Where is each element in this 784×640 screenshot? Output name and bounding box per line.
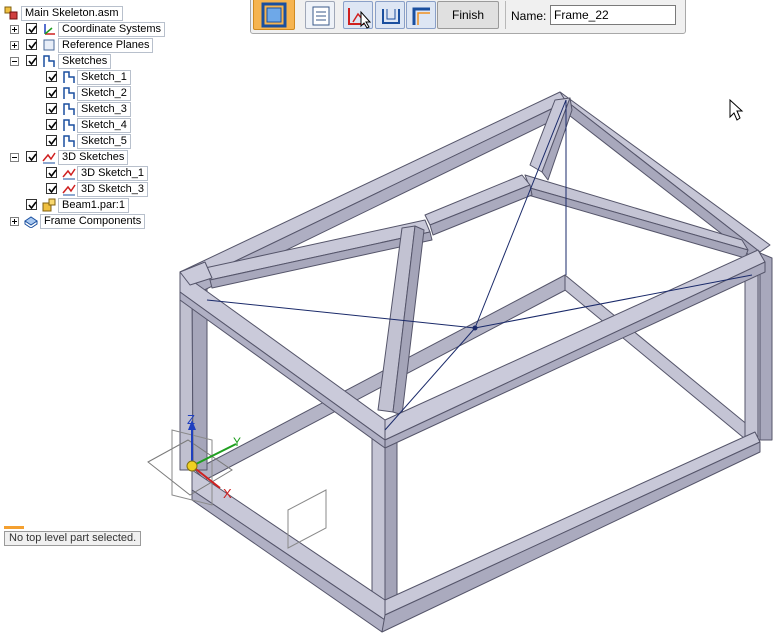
- tree-item-label: Sketch_5: [77, 134, 131, 149]
- part-icon: [42, 198, 56, 212]
- sketch-icon: [43, 55, 55, 67]
- frame-button[interactable]: [253, 0, 295, 30]
- toolbar-separator: [505, 1, 506, 29]
- tree-item-label: Sketch_4: [77, 118, 131, 133]
- finish-button[interactable]: Finish: [437, 1, 499, 29]
- visibility-checkbox[interactable]: [46, 135, 57, 146]
- visibility-checkbox[interactable]: [26, 23, 37, 34]
- assembly-icon: [4, 6, 18, 20]
- expand-icon[interactable]: [10, 217, 19, 226]
- tree-item-label: Sketch_2: [77, 86, 131, 101]
- sketch-icon: [63, 87, 75, 99]
- miter-button[interactable]: [406, 1, 436, 29]
- collapse-icon[interactable]: [10, 153, 19, 162]
- tree-item-label: Coordinate Systems: [58, 22, 166, 37]
- tree-item-label: 3D Sketches: [58, 150, 129, 165]
- tree-item-label: 3D Sketch_1: [77, 166, 148, 181]
- coordinate-system-icon: [44, 24, 55, 35]
- tree-item-label: Sketches: [58, 54, 112, 69]
- expand-icon[interactable]: [10, 25, 19, 34]
- visibility-checkbox[interactable]: [46, 119, 57, 130]
- select-path-button[interactable]: [343, 1, 373, 29]
- axis-label-z: Z: [187, 412, 195, 427]
- status-message: No top level part selected.: [4, 531, 142, 546]
- pathfinder-tree: Main Skeleton.asm Coordinate Systems Ref…: [0, 0, 200, 240]
- sketch-icon: [63, 103, 75, 115]
- sketch-icon: [63, 119, 75, 131]
- name-input[interactable]: [550, 5, 676, 25]
- status-accent: [4, 526, 24, 529]
- end-condition-button[interactable]: [375, 1, 405, 29]
- axis-label-y: Y: [233, 435, 241, 449]
- options-button[interactable]: [305, 1, 335, 29]
- 3d-sketch-icon: [62, 168, 76, 180]
- visibility-checkbox[interactable]: [26, 199, 37, 210]
- tree-root-label: Main Skeleton.asm: [21, 6, 123, 21]
- mouse-cursor: [729, 98, 744, 121]
- tree-item-label: Beam1.par:1: [58, 198, 129, 213]
- visibility-checkbox[interactable]: [46, 87, 57, 98]
- visibility-checkbox[interactable]: [46, 183, 57, 194]
- visibility-checkbox[interactable]: [46, 167, 57, 178]
- visibility-checkbox[interactable]: [26, 55, 37, 66]
- 3d-sketch-icon: [42, 152, 56, 164]
- expand-icon[interactable]: [10, 41, 19, 50]
- options-icon: [312, 6, 330, 26]
- visibility-checkbox[interactable]: [26, 39, 37, 50]
- sketch-icon: [63, 71, 75, 83]
- command-bar: Finish Name:: [250, 0, 686, 34]
- select-path-icon: [348, 8, 372, 29]
- collapse-icon[interactable]: [10, 57, 19, 66]
- frame-components-icon: [24, 216, 38, 228]
- reference-plane-icon: [43, 39, 55, 51]
- tree-item-label: Frame Components: [40, 214, 146, 229]
- sketch-icon: [63, 135, 75, 147]
- miter-icon: [412, 7, 430, 25]
- 3d-sketch-icon: [62, 184, 76, 196]
- axis-label-x: X: [223, 486, 232, 501]
- end-condition-icon: [382, 9, 400, 24]
- visibility-checkbox[interactable]: [46, 71, 57, 82]
- visibility-checkbox[interactable]: [26, 151, 37, 162]
- tree-item-label: Sketch_1: [77, 70, 131, 85]
- frame-icon: [261, 2, 287, 28]
- visibility-checkbox[interactable]: [46, 103, 57, 114]
- tree-item-label: Sketch_3: [77, 102, 131, 117]
- name-label: Name:: [511, 9, 547, 23]
- tree-item-label: 3D Sketch_3: [77, 182, 148, 197]
- tree-item-label: Reference Planes: [58, 38, 154, 53]
- frame-model: [179, 91, 773, 633]
